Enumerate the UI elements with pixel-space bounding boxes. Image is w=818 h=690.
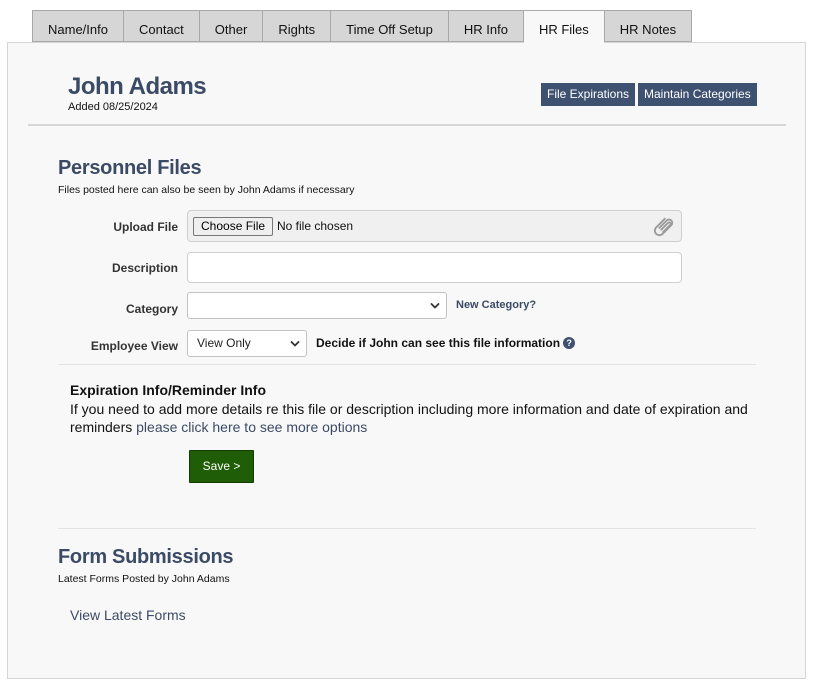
choose-file-button[interactable]: Choose File xyxy=(193,217,274,236)
description-label: Description xyxy=(111,261,178,275)
category-label: Category xyxy=(125,302,178,316)
tab-contact[interactable]: Contact xyxy=(122,10,199,42)
employee-view-selected-value: View Only xyxy=(197,336,251,350)
new-category-link[interactable]: New Category? xyxy=(456,299,536,311)
tab-time-off-setup[interactable]: Time Off Setup xyxy=(330,10,448,42)
header-divider xyxy=(28,124,786,126)
tab-other[interactable]: Other xyxy=(198,10,263,42)
file-expirations-button[interactable]: File Expirations xyxy=(541,83,636,106)
employee-view-hint-text: Decide if John can see this file informa… xyxy=(316,336,561,350)
upload-file-label: Upload File xyxy=(113,220,178,234)
employee-view-select[interactable]: View Only xyxy=(187,330,307,357)
section-divider xyxy=(58,364,756,365)
employee-view-hint: Decide if John can see this file informa… xyxy=(316,336,576,350)
employee-name: John Adams xyxy=(68,73,207,100)
section-divider xyxy=(58,528,756,529)
tab-rights[interactable]: Rights xyxy=(262,10,331,42)
form-submissions-note: Latest Forms Posted by John Adams xyxy=(58,573,230,585)
category-select[interactable] xyxy=(187,292,447,319)
chevron-down-icon xyxy=(430,303,440,309)
expiration-info-title: Expiration Info/Reminder Info xyxy=(70,382,267,398)
question-circle-icon[interactable]: ? xyxy=(563,337,576,349)
hr-files-panel: John Adams Added 08/25/2024 File Expirat… xyxy=(7,42,806,679)
see-more-options-link[interactable]: please click here to see more options xyxy=(136,419,367,435)
chevron-down-icon xyxy=(290,341,300,347)
save-button[interactable]: Save > xyxy=(189,450,254,483)
tab-hr-files[interactable]: HR Files xyxy=(522,10,604,43)
expiration-info-text: If you need to add more details re this … xyxy=(70,400,770,436)
personnel-files-note: Files posted here can also be seen by Jo… xyxy=(58,184,355,196)
no-file-chosen-text: No file chosen xyxy=(277,219,354,233)
tab-bar: Name/Info Contact Other Rights Time Off … xyxy=(32,10,693,43)
upload-file-field[interactable]: Choose File No file chosen xyxy=(187,210,682,242)
form-submissions-title: Form Submissions xyxy=(58,546,234,568)
tab-hr-info[interactable]: HR Info xyxy=(447,10,523,42)
employee-view-label: Employee View xyxy=(90,339,178,353)
maintain-categories-button[interactable]: Maintain Categories xyxy=(638,83,757,106)
tab-name-info[interactable]: Name/Info xyxy=(32,10,123,42)
paperclip-icon xyxy=(653,217,674,237)
description-input[interactable] xyxy=(187,252,682,283)
tab-hr-notes[interactable]: HR Notes xyxy=(603,10,693,42)
view-latest-forms-link[interactable]: View Latest Forms xyxy=(70,607,186,623)
employee-added-date: Added 08/25/2024 xyxy=(68,101,158,113)
personnel-files-title: Personnel Files xyxy=(58,157,202,179)
